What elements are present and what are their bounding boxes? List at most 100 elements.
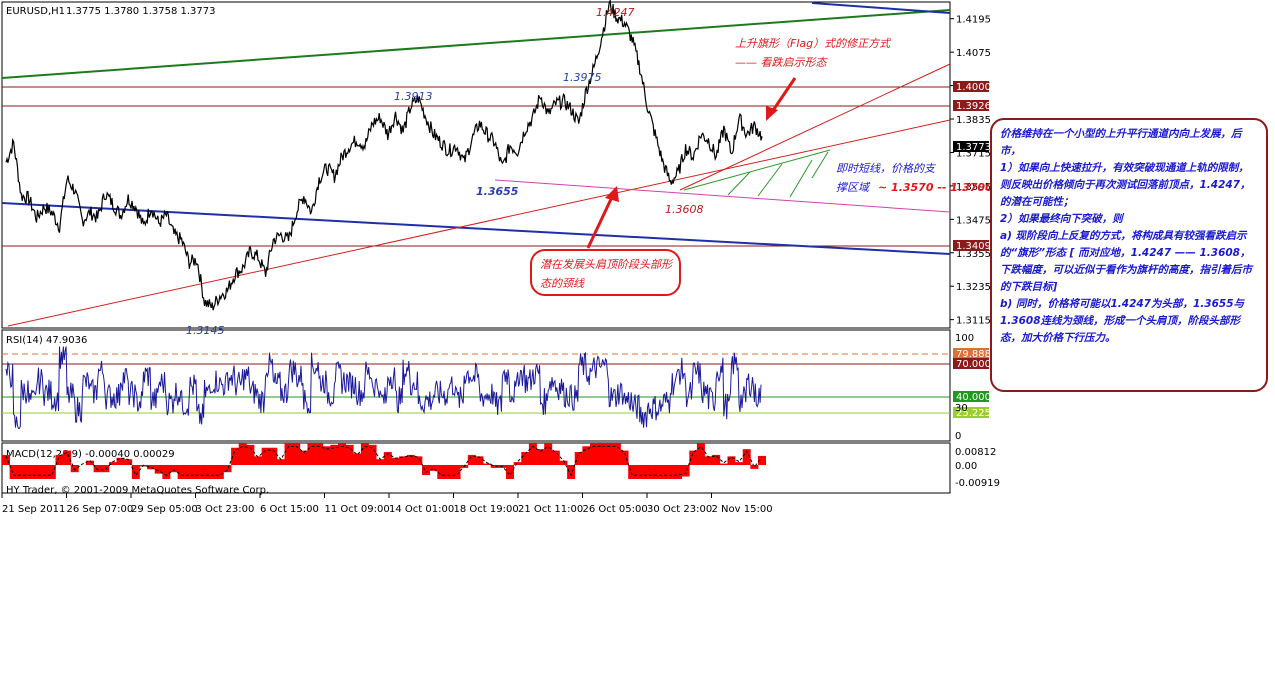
price-tick-label: 1.4075 bbox=[956, 48, 991, 59]
macd-bar bbox=[192, 465, 201, 479]
macd-bar bbox=[406, 454, 415, 465]
price-axis: 1.41951.40751.39551.38351.37151.35951.34… bbox=[950, 15, 991, 327]
price-tick-label: 1.3115 bbox=[956, 316, 991, 327]
rsi-panel[interactable] bbox=[1, 329, 951, 442]
macd-bar bbox=[40, 465, 49, 479]
macd-bar bbox=[735, 462, 744, 465]
macd-bar bbox=[353, 453, 362, 465]
svg-text:1.4000: 1.4000 bbox=[956, 82, 991, 93]
time-tick-label: 2 Nov 15:00 bbox=[712, 504, 773, 515]
current-price-tag: 1.3773 bbox=[953, 141, 991, 153]
price-panel[interactable] bbox=[1, 1, 951, 329]
svg-text:1.3773: 1.3773 bbox=[956, 142, 991, 153]
rsi-tick-0: 0 bbox=[955, 431, 961, 442]
price-tick-label: 1.4195 bbox=[956, 15, 991, 26]
macd-bar bbox=[452, 465, 461, 479]
macd-bar bbox=[483, 463, 492, 465]
price-tick-label: 1.3475 bbox=[956, 215, 991, 226]
time-tick-label: 26 Oct 05:00 bbox=[583, 504, 648, 515]
macd-bar bbox=[643, 465, 652, 479]
price-tick-label: 1.3835 bbox=[956, 115, 991, 126]
label-1-3608: 1.3608 bbox=[665, 203, 704, 216]
macd-bar bbox=[750, 465, 759, 469]
svg-text:1.3409: 1.3409 bbox=[956, 241, 991, 252]
macd-bar bbox=[101, 465, 110, 473]
time-tick-label: 21 Oct 11:00 bbox=[518, 504, 583, 515]
macd-bar bbox=[658, 465, 667, 479]
support-text-2: 撑区域 bbox=[836, 181, 871, 194]
macd-bar bbox=[208, 465, 217, 479]
macd-bar bbox=[582, 446, 591, 465]
macd-title: MACD(12,26,9) -0.00040 0.00029 bbox=[6, 449, 175, 460]
macd-bar bbox=[17, 465, 26, 479]
time-tick-label: 21 Sep 2011 bbox=[2, 504, 65, 515]
note-line-2: 1）如果向上快速拉升，有效突破现通道上轨的限制，则反映出价格倾向于再次测试回落前… bbox=[1000, 162, 1251, 208]
macd-tick-top: 0.00812 bbox=[955, 447, 996, 458]
macd-bar bbox=[704, 456, 713, 465]
macd-bar bbox=[666, 465, 675, 479]
svg-text:潜在发展头肩顶阶段头部形: 潜在发展头肩顶阶段头部形 bbox=[540, 258, 674, 271]
price-tick-label: 1.3235 bbox=[956, 282, 991, 293]
macd-bar bbox=[391, 457, 400, 465]
macd-bar bbox=[177, 465, 186, 479]
svg-text:态的颈线: 态的颈线 bbox=[540, 277, 585, 290]
label-1-3655: 1.3655 bbox=[476, 185, 519, 198]
macd-bar bbox=[628, 465, 637, 479]
label-1-4247: 1.4247 bbox=[596, 6, 635, 19]
note-line-4: a) 现阶段向上反复的方式，将构成具有较强看跌启示的“旗形”形态 [ 而对应地，… bbox=[1000, 230, 1252, 293]
macd-bar bbox=[696, 443, 705, 465]
macd-bar bbox=[506, 465, 514, 479]
level-tag-1-3409: 1.3409 bbox=[953, 240, 991, 252]
macd-bar bbox=[162, 465, 171, 479]
macd-bar bbox=[200, 465, 209, 479]
copyright-footer: HY Trader, © 2001-2009 MetaQuotes Softwa… bbox=[6, 485, 269, 496]
macd-bar bbox=[551, 450, 560, 465]
macd-tick-bottom: -0.00919 bbox=[955, 478, 1000, 489]
label-1-3145: 1.3145 bbox=[186, 324, 225, 337]
macd-bar bbox=[422, 465, 430, 476]
macd-bar bbox=[32, 465, 41, 479]
level-tag-1-4000: 1.4000 bbox=[953, 81, 991, 93]
macd-bar bbox=[689, 450, 698, 465]
note-line-5: b) 同时，价格将可能以1.4247为头部，1.3655与1.3608连线为颈线… bbox=[1000, 298, 1245, 344]
macd-bar bbox=[170, 465, 178, 473]
macd-bar bbox=[651, 465, 660, 479]
macd-bar bbox=[513, 462, 522, 465]
macd-bar bbox=[414, 456, 423, 465]
rsi-tick-100: 100 bbox=[955, 333, 974, 344]
ohlc-label: 1.3775 1.3780 1.3758 1.3773 bbox=[66, 6, 216, 17]
neckline-callout[interactable]: 潜在发展头肩顶阶段头部形 态的颈线 bbox=[530, 249, 681, 296]
macd-bar bbox=[544, 443, 553, 465]
time-tick-label: 18 Oct 19:00 bbox=[454, 504, 519, 515]
macd-bar bbox=[681, 465, 690, 477]
flag-title: 上升旗形（Flag）式的修正方式 bbox=[735, 37, 892, 50]
macd-bar bbox=[215, 465, 224, 479]
macd-bar bbox=[185, 465, 194, 479]
time-tick-label: 3 Oct 23:00 bbox=[196, 504, 255, 515]
flag-subtitle: —— 看跌启示形态 bbox=[735, 56, 828, 69]
macd-tick-zero: 0.00 bbox=[955, 461, 977, 472]
macd-bar bbox=[635, 465, 644, 479]
label-1-3913: 1.3913 bbox=[394, 90, 433, 103]
time-tick-label: 11 Oct 09:00 bbox=[325, 504, 390, 515]
time-tick-label: 26 Sep 07:00 bbox=[67, 504, 134, 515]
support-text-1: 即时短线，价格的支 bbox=[836, 162, 937, 175]
analysis-note-box: 价格维持在一个小型的上升平行通道内向上发展，后市， 1）如果向上快速拉升，有效突… bbox=[990, 118, 1268, 392]
svg-text:40.0000: 40.0000 bbox=[956, 392, 997, 403]
label-1-3975: 1.3975 bbox=[563, 71, 602, 84]
macd-bar bbox=[727, 456, 736, 465]
symbol-label: EURUSD,H1 bbox=[6, 6, 65, 17]
rsi-tag-40: 40.0000 bbox=[953, 391, 997, 403]
support-range: ~ 1.3570 -- 1.3700 bbox=[878, 181, 993, 194]
level-tag-1-3926: 1.3926 bbox=[953, 100, 991, 112]
note-line-3: 2）如果最终向下突破，则 bbox=[1000, 213, 1123, 225]
macd-bar bbox=[574, 452, 583, 465]
time-axis: 21 Sep 2011 26 Sep 07:0029 Sep 05:003 Oct… bbox=[1, 493, 773, 515]
time-tick-label: 30 Oct 23:00 bbox=[647, 504, 712, 515]
macd-bar bbox=[70, 465, 79, 473]
macd-bar bbox=[376, 459, 385, 465]
macd-bar bbox=[223, 465, 232, 473]
macd-bar bbox=[131, 465, 140, 479]
macd-bar bbox=[444, 465, 453, 479]
time-tick-label: 14 Oct 01:00 bbox=[389, 504, 454, 515]
